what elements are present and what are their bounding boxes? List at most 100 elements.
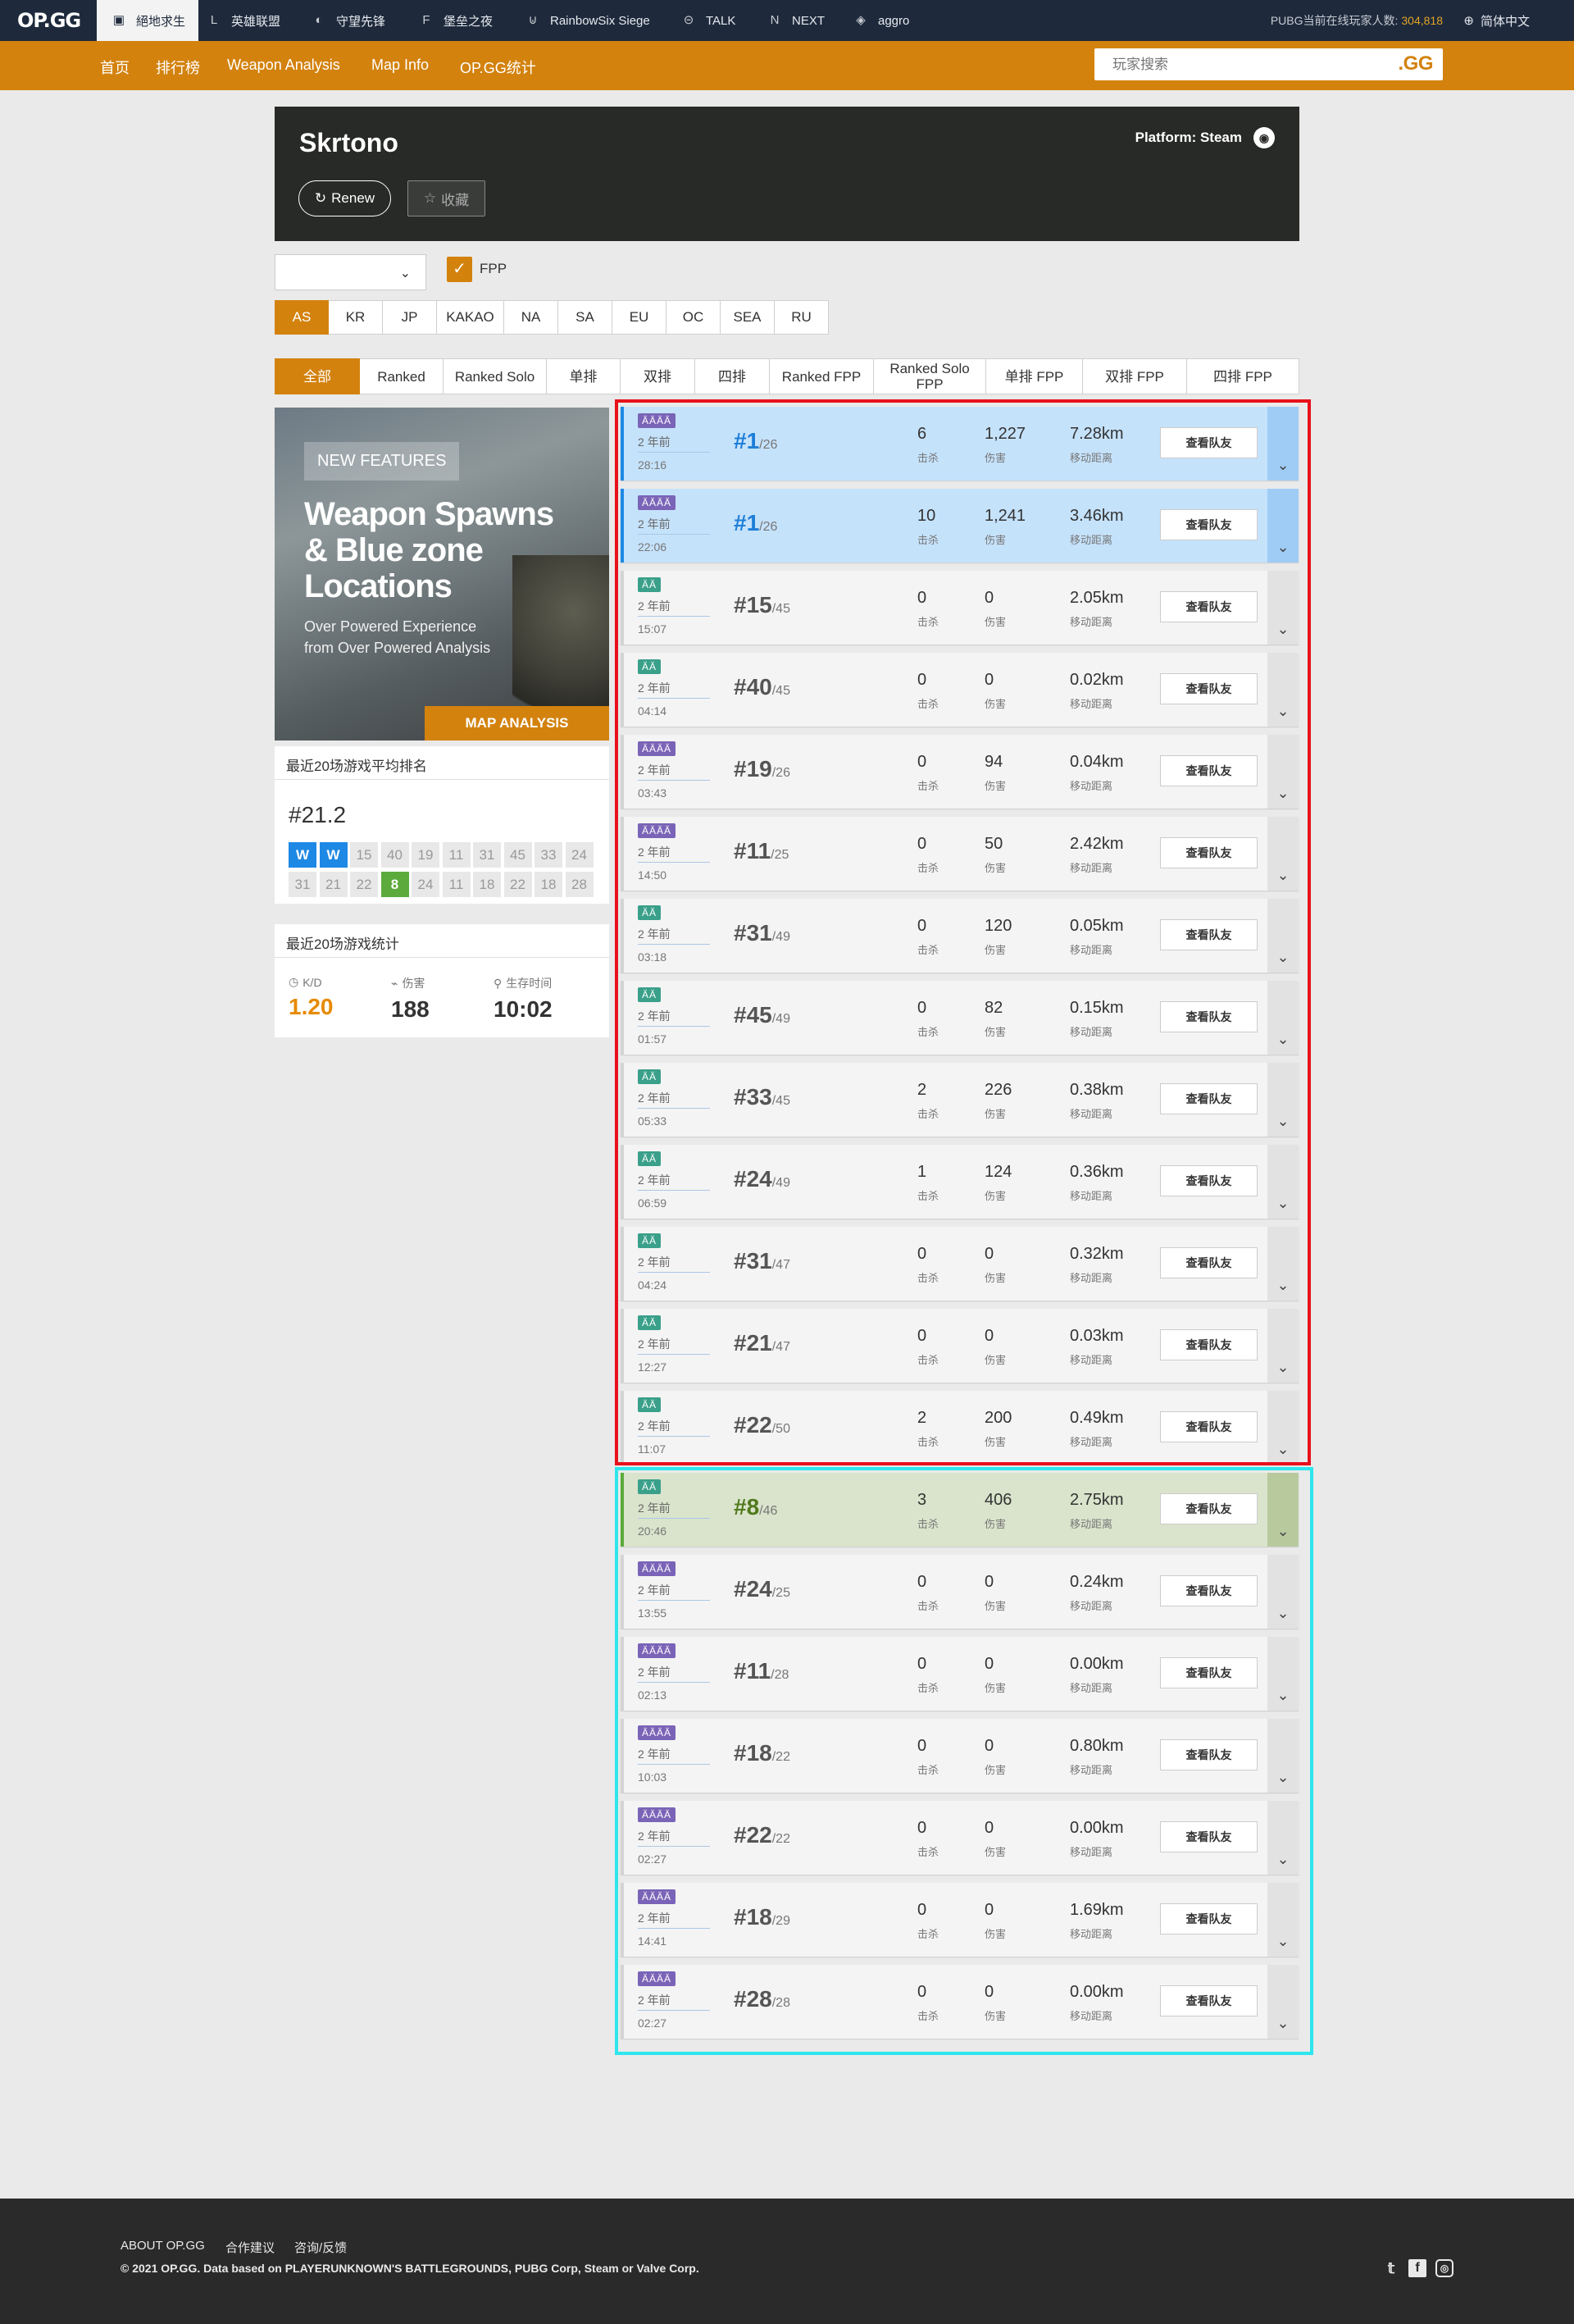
view-team-button[interactable]: 查看队友 — [1160, 1411, 1258, 1442]
region-tab-sa[interactable]: SA — [558, 300, 612, 335]
match-row[interactable]: ÄÄÄÄ 2 年前 02:27 #22/22 0 击杀 0 伤害 0.00km 移动距离 查看队友 ⌄ — [621, 1801, 1299, 1875]
match-row[interactable]: ÄÄ 2 年前 04:14 #40/45 0 击杀 0 伤害 0.02km 移动距离 查看队友 ⌄ — [621, 653, 1299, 727]
mode-tab-duo-fpp[interactable]: 双排 FPP — [1083, 358, 1187, 394]
twitter-icon[interactable]: 𝕥 — [1382, 2259, 1400, 2277]
region-tab-ru[interactable]: RU — [775, 300, 829, 335]
mode-tab-solo[interactable]: 单排 — [547, 358, 621, 394]
view-team-button[interactable]: 查看队友 — [1160, 1165, 1258, 1196]
expand-button[interactable]: ⌄ — [1267, 1637, 1299, 1711]
region-tab-eu[interactable]: EU — [612, 300, 666, 335]
expand-button[interactable]: ⌄ — [1267, 489, 1299, 563]
match-row[interactable]: ÄÄ 2 年前 01:57 #45/49 0 击杀 82 伤害 0.15km 移动距离 查看队友 ⌄ — [621, 981, 1299, 1055]
instagram-icon[interactable]: ◎ — [1435, 2259, 1453, 2277]
view-team-button[interactable]: 查看队友 — [1160, 755, 1258, 786]
expand-button[interactable]: ⌄ — [1267, 1719, 1299, 1793]
match-row[interactable]: ÄÄÄÄ 2 年前 14:41 #18/29 0 击杀 0 伤害 1.69km 移动距离 查看队友 ⌄ — [621, 1883, 1299, 1957]
game-link-overwatch[interactable]: ◐ 守望先锋 — [310, 0, 385, 41]
region-tab-kakao[interactable]: KAKAO — [437, 300, 504, 335]
search-input[interactable] — [1112, 55, 1375, 75]
region-tab-kr[interactable]: KR — [329, 300, 383, 335]
match-row[interactable]: ÄÄ 2 年前 15:07 #15/45 0 击杀 0 伤害 2.05km 移动距离 查看队友 ⌄ — [621, 571, 1299, 645]
match-row[interactable]: ÄÄ 2 年前 06:59 #24/49 1 击杀 124 伤害 0.36km 移动距离 查看队友 ⌄ — [621, 1145, 1299, 1219]
footer-link-feedback[interactable]: 咨询/反馈 — [294, 2239, 347, 2256]
opgg-logo[interactable]: OP.GG — [17, 9, 81, 32]
expand-button[interactable]: ⌄ — [1267, 1391, 1299, 1465]
mode-tab-solo-fpp[interactable]: 单排 FPP — [986, 358, 1083, 394]
game-link-lol[interactable]: L 英雄联盟 — [205, 0, 280, 41]
expand-button[interactable]: ⌄ — [1267, 1473, 1299, 1547]
expand-button[interactable]: ⌄ — [1267, 407, 1299, 481]
view-team-button[interactable]: 查看队友 — [1160, 837, 1258, 868]
match-row[interactable]: ÄÄ 2 年前 12:27 #21/47 0 击杀 0 伤害 0.03km 移动距离 查看队友 ⌄ — [621, 1309, 1299, 1383]
renew-button[interactable]: ↻ Renew — [298, 180, 391, 216]
mode-tab-squad-fpp[interactable]: 四排 FPP — [1187, 358, 1299, 394]
nav-leaderboard[interactable]: 排行榜 — [156, 57, 200, 78]
view-team-button[interactable]: 查看队友 — [1160, 1493, 1258, 1524]
mode-tab-ranked-solo[interactable]: Ranked Solo — [444, 358, 547, 394]
view-team-button[interactable]: 查看队友 — [1160, 1247, 1258, 1278]
match-row[interactable]: ÄÄ 2 年前 04:24 #31/47 0 击杀 0 伤害 0.32km 移动距离 查看队友 ⌄ — [621, 1227, 1299, 1301]
expand-button[interactable]: ⌄ — [1267, 653, 1299, 727]
nav-home[interactable]: 首页 — [100, 57, 130, 78]
view-team-button[interactable]: 查看队友 — [1160, 427, 1258, 458]
view-team-button[interactable]: 查看队友 — [1160, 1329, 1258, 1360]
mode-tab-ranked-fpp[interactable]: Ranked FPP — [770, 358, 874, 394]
expand-button[interactable]: ⌄ — [1267, 1555, 1299, 1629]
view-team-button[interactable]: 查看队友 — [1160, 1821, 1258, 1852]
match-row[interactable]: ÄÄÄÄ 2 年前 14:50 #11/25 0 击杀 50 伤害 2.42km 移动距离 查看队友… — [621, 817, 1299, 891]
view-team-button[interactable]: 查看队友 — [1160, 1001, 1258, 1032]
match-row[interactable]: ÄÄ 2 年前 20:46 #8/46 3 击杀 406 伤害 2.75km 移动距离 查看队友 ⌄ — [621, 1473, 1299, 1547]
view-team-button[interactable]: 查看队友 — [1160, 1985, 1258, 2016]
match-row[interactable]: ÄÄÄÄ 2 年前 22:06 #1/26 10 击杀 1,241 伤害 3.46km 移动距离 查… — [621, 489, 1299, 563]
map-analysis-banner[interactable]: NEW FEATURES Weapon Spawns & Blue zone L… — [275, 408, 609, 740]
expand-button[interactable]: ⌄ — [1267, 981, 1299, 1055]
match-row[interactable]: ÄÄ 2 年前 03:18 #31/49 0 击杀 120 伤害 0.05km 移动距离 查看队友 ⌄ — [621, 899, 1299, 973]
map-analysis-button[interactable]: MAP ANALYSIS — [425, 706, 609, 740]
match-row[interactable]: ÄÄÄÄ 2 年前 02:27 #28/28 0 击杀 0 伤害 0.00km 移动距离 查看队友 ⌄ — [621, 1965, 1299, 2039]
season-select[interactable]: ⌄ — [275, 254, 426, 290]
view-team-button[interactable]: 查看队友 — [1160, 673, 1258, 704]
expand-button[interactable]: ⌄ — [1267, 1883, 1299, 1957]
nav-weapon-analysis[interactable]: Weapon Analysis — [227, 57, 340, 74]
expand-button[interactable]: ⌄ — [1267, 1309, 1299, 1383]
nav-map-info[interactable]: Map Info — [371, 57, 429, 74]
region-tab-na[interactable]: NA — [504, 300, 558, 335]
expand-button[interactable]: ⌄ — [1267, 817, 1299, 891]
view-team-button[interactable]: 查看队友 — [1160, 1083, 1258, 1114]
expand-button[interactable]: ⌄ — [1267, 1801, 1299, 1875]
search-button[interactable]: .GG — [1398, 52, 1433, 75]
expand-button[interactable]: ⌄ — [1267, 735, 1299, 809]
expand-button[interactable]: ⌄ — [1267, 571, 1299, 645]
match-row[interactable]: ÄÄ 2 年前 11:07 #22/50 2 击杀 200 伤害 0.49km 移动距离 查看队友 ⌄ — [621, 1391, 1299, 1465]
view-team-button[interactable]: 查看队友 — [1160, 591, 1258, 622]
language-selector[interactable]: ⊕ 简体中文 — [1463, 0, 1530, 41]
mode-tab-all[interactable]: 全部 — [275, 358, 360, 394]
expand-button[interactable]: ⌄ — [1267, 1063, 1299, 1137]
region-tab-as[interactable]: AS — [275, 300, 329, 335]
expand-button[interactable]: ⌄ — [1267, 1145, 1299, 1219]
view-team-button[interactable]: 查看队友 — [1160, 509, 1258, 540]
nav-opgg-stats[interactable]: OP.GG统计 — [460, 57, 536, 78]
expand-button[interactable]: ⌄ — [1267, 1227, 1299, 1301]
match-row[interactable]: ÄÄÄÄ 2 年前 02:13 #11/28 0 击杀 0 伤害 0.00km 移动距离 查看队友 ⌄ — [621, 1637, 1299, 1711]
region-tab-jp[interactable]: JP — [383, 300, 437, 335]
favorite-button[interactable]: ☆ 收藏 — [407, 180, 485, 216]
game-link-r6[interactable]: ⊍ RainbowSix Siege — [524, 0, 650, 41]
view-team-button[interactable]: 查看队友 — [1160, 1657, 1258, 1688]
region-tab-oc[interactable]: OC — [666, 300, 721, 335]
mode-tab-squad[interactable]: 四排 — [695, 358, 770, 394]
match-row[interactable]: ÄÄÄÄ 2 年前 13:55 #24/25 0 击杀 0 伤害 0.24km 移动距离 查看队友 ⌄ — [621, 1555, 1299, 1629]
fpp-checkbox[interactable]: ✓ — [447, 257, 472, 282]
region-tab-sea[interactable]: SEA — [721, 300, 775, 335]
expand-button[interactable]: ⌄ — [1267, 899, 1299, 973]
match-row[interactable]: ÄÄ 2 年前 05:33 #33/45 2 击杀 226 伤害 0.38km 移动距离 查看队友 ⌄ — [621, 1063, 1299, 1137]
footer-link-partnership[interactable]: 合作建议 — [225, 2239, 275, 2256]
match-row[interactable]: ÄÄÄÄ 2 年前 03:43 #19/26 0 击杀 94 伤害 0.04km 移动距离 查看队友… — [621, 735, 1299, 809]
facebook-icon[interactable]: f — [1408, 2259, 1426, 2277]
view-team-button[interactable]: 查看队友 — [1160, 1903, 1258, 1934]
game-link-aggro[interactable]: ◈ aggro — [852, 0, 909, 41]
expand-button[interactable]: ⌄ — [1267, 1965, 1299, 2039]
game-link-fortnite[interactable]: F 堡垒之夜 — [417, 0, 493, 41]
game-link-next[interactable]: N NEXT — [766, 0, 825, 41]
view-team-button[interactable]: 查看队友 — [1160, 919, 1258, 950]
